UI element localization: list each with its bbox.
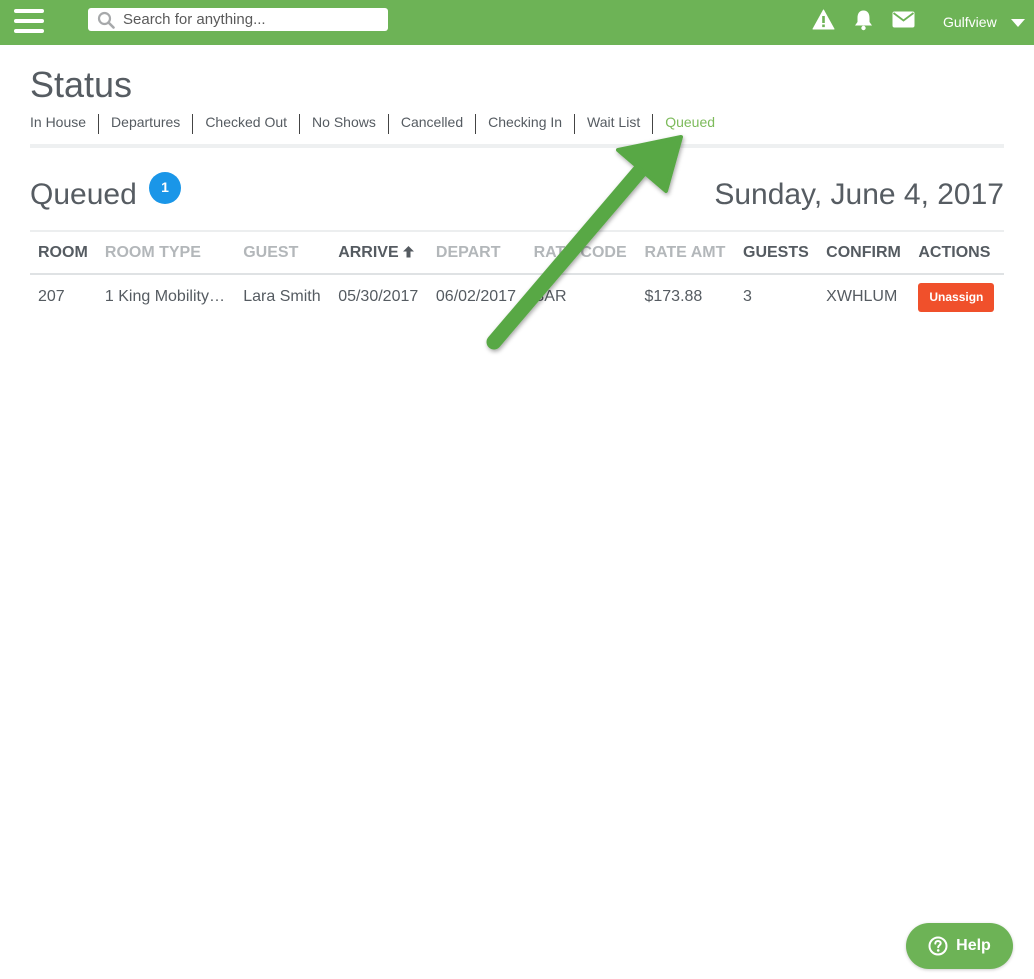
col-arrive[interactable]: ARRIVE xyxy=(330,230,428,275)
cell-guest[interactable]: Lara Smith xyxy=(235,274,330,319)
status-tabs: In House Departures Checked Out No Shows… xyxy=(30,114,727,134)
property-selector[interactable]: Gulfview xyxy=(943,14,997,30)
tab-wait-list[interactable]: Wait List xyxy=(574,114,652,134)
tab-departures[interactable]: Departures xyxy=(98,114,192,134)
tab-in-house[interactable]: In House xyxy=(30,114,98,134)
unassign-button[interactable]: Unassign xyxy=(918,282,995,312)
question-circle-icon xyxy=(928,936,948,956)
cell-rate-amt: $173.88 xyxy=(644,288,703,305)
help-label: Help xyxy=(956,937,991,954)
alert-icon[interactable] xyxy=(812,9,835,30)
cell-guests: 3 xyxy=(743,288,752,305)
cell-arrive: 05/30/2017 xyxy=(338,288,419,305)
col-arrive-label: ARRIVE xyxy=(338,243,399,261)
search-icon xyxy=(97,11,115,29)
cell-room: 207 xyxy=(38,288,65,305)
cell-rate-code: BAR xyxy=(533,288,567,305)
search-box[interactable] xyxy=(88,8,388,31)
page-title: Status xyxy=(30,64,133,105)
section-title: Queued xyxy=(30,178,137,211)
top-navigation-bar: Gulfview xyxy=(0,0,1034,45)
help-button[interactable]: Help xyxy=(906,923,1013,969)
cell-confirm: XWHLUM xyxy=(826,288,898,305)
col-depart[interactable]: DEPART xyxy=(427,230,526,275)
count-badge: 1 xyxy=(149,172,181,204)
date-heading: Sunday, June 4, 2017 xyxy=(714,178,1004,211)
col-confirm[interactable]: CONFIRM xyxy=(818,230,911,275)
col-guest[interactable]: GUEST xyxy=(235,230,331,275)
search-input[interactable] xyxy=(123,8,378,31)
sort-ascending-icon xyxy=(402,245,414,257)
mail-icon[interactable] xyxy=(892,11,915,28)
col-rate-code[interactable]: RATE CODE xyxy=(525,230,637,275)
tab-checked-out[interactable]: Checked Out xyxy=(192,114,299,134)
cell-actions: Unassign xyxy=(910,274,1004,319)
col-room[interactable]: ROOM xyxy=(30,230,97,275)
tab-checking-in[interactable]: Checking In xyxy=(475,114,574,134)
menu-icon[interactable] xyxy=(14,9,44,35)
reservations-table: ROOM ROOM TYPE GUEST ARRIVE DEPART RATE … xyxy=(30,230,1004,319)
table-header-row: ROOM ROOM TYPE GUEST ARRIVE DEPART RATE … xyxy=(30,230,1004,275)
table-row[interactable]: 207 1 King Mobility… Lara Smith 05/30/20… xyxy=(30,274,1004,319)
cell-depart: 06/02/2017 xyxy=(435,288,516,305)
col-guests[interactable]: GUESTS xyxy=(735,230,819,275)
tabs-divider xyxy=(30,144,1004,148)
bell-icon[interactable] xyxy=(853,9,874,31)
col-actions: ACTIONS xyxy=(910,230,1004,275)
col-rate-amt[interactable]: RATE AMT xyxy=(636,230,735,275)
tab-no-shows[interactable]: No Shows xyxy=(299,114,388,134)
col-room-type[interactable]: ROOM TYPE xyxy=(96,230,236,275)
cell-room-type: 1 King Mobility… xyxy=(104,288,225,305)
tab-queued[interactable]: Queued xyxy=(652,114,727,134)
tab-cancelled[interactable]: Cancelled xyxy=(387,114,475,134)
caret-down-icon[interactable] xyxy=(1011,19,1025,27)
